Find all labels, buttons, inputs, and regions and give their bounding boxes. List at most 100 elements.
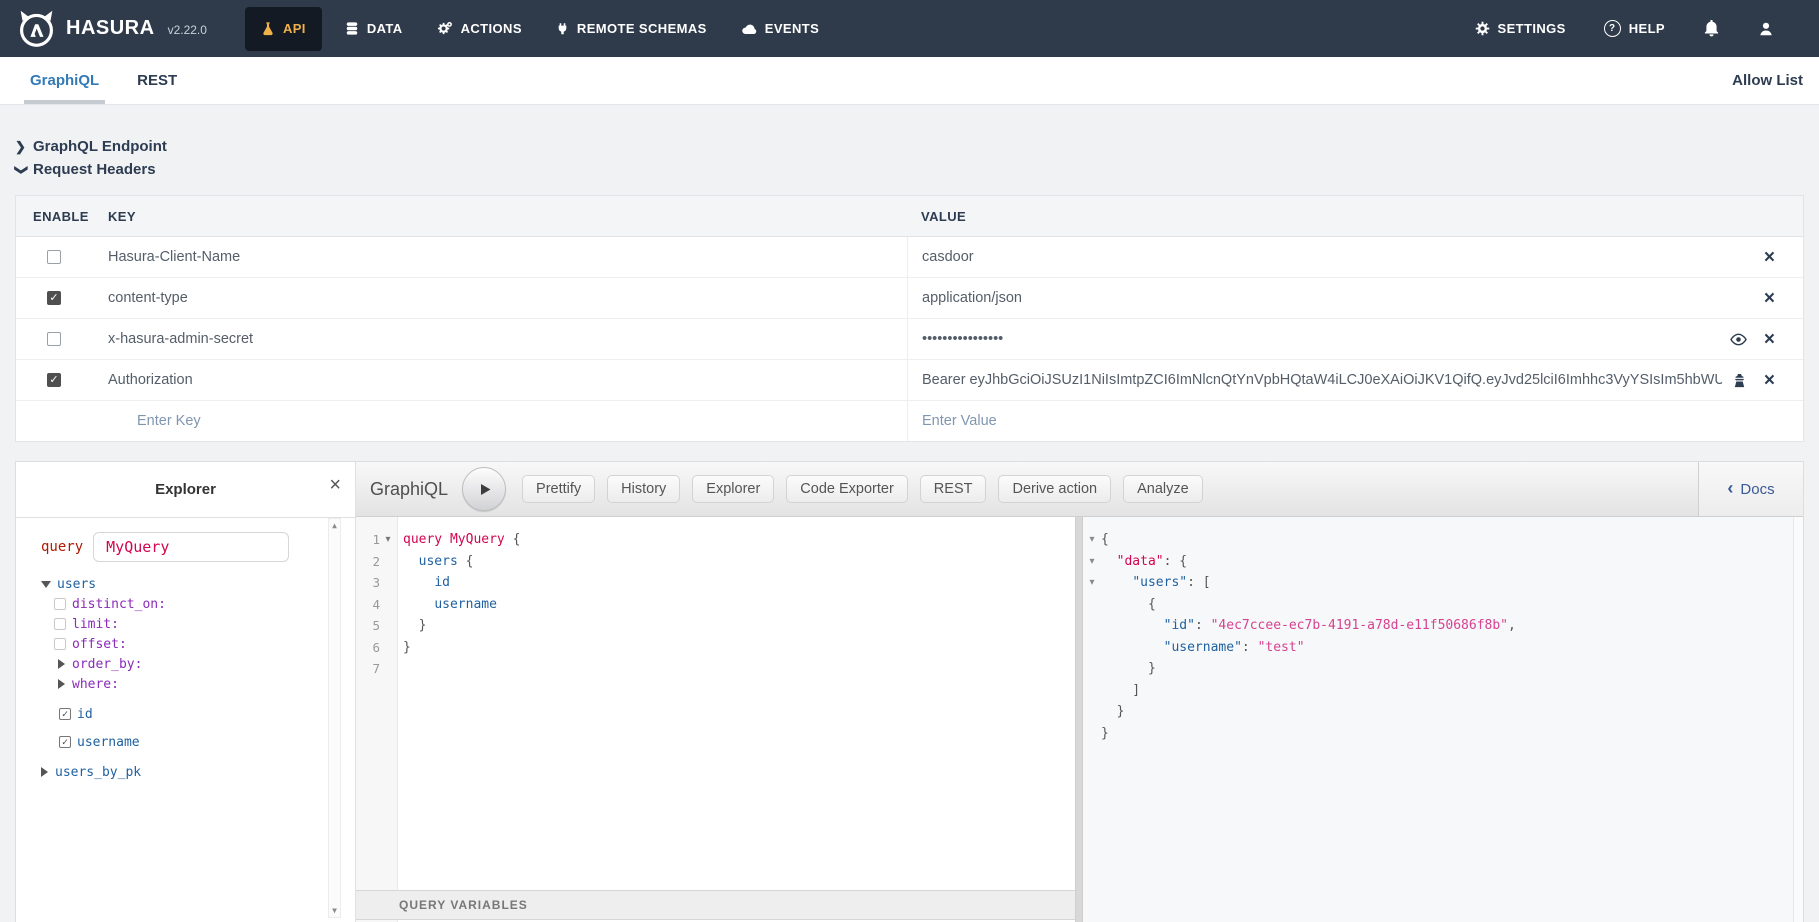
tree-item-users[interactable]: users <box>41 574 325 594</box>
tree-checkbox[interactable] <box>54 638 66 650</box>
nav-item-label: ACTIONS <box>461 21 522 36</box>
nav-item-events[interactable]: EVENTS <box>724 0 836 57</box>
header-enable-checkbox[interactable] <box>47 250 61 264</box>
execute-query-button[interactable] <box>462 467 506 511</box>
request-headers-toggle[interactable]: ❯ Request Headers <box>15 158 1804 181</box>
tree-item-username[interactable]: ✓username <box>59 732 325 752</box>
close-icon[interactable]: × <box>1764 289 1775 308</box>
close-icon[interactable]: × <box>1764 371 1775 390</box>
graphql-endpoint-toggle[interactable]: ❯ GraphQL Endpoint <box>15 135 1804 158</box>
line-number: 1 <box>356 532 380 547</box>
tab-graphiql[interactable]: GraphiQL <box>30 57 99 104</box>
pane-resize-handle[interactable] <box>1075 517 1083 922</box>
sections: ❯ GraphQL Endpoint ❯ Request Headers <box>15 135 1804 181</box>
col-enable: ENABLE <box>16 209 108 224</box>
request-headers-label: Request Headers <box>33 161 156 178</box>
tree-item-id[interactable]: ✓id <box>59 704 325 724</box>
detective-icon[interactable] <box>1732 373 1747 388</box>
header-value-input[interactable]: application/json <box>922 290 1754 306</box>
response-line: ] <box>1101 680 1803 702</box>
header-row-actions: × <box>1730 330 1803 349</box>
scroll-down-icon[interactable]: ▼ <box>332 906 337 915</box>
caret-right-icon <box>41 767 48 777</box>
gutter-line: 5 <box>356 615 397 637</box>
header-value-input[interactable]: Bearer eyJhbGciOiJSUzI1NiIsImtpZCI6ImNlc… <box>922 372 1722 388</box>
nav-item-actions[interactable]: ACTIONS <box>420 0 539 57</box>
nav-item-api[interactable]: API <box>245 7 322 51</box>
nav-item-settings[interactable]: SETTINGS <box>1456 0 1585 57</box>
toolbar-button-rest[interactable]: REST <box>920 475 987 503</box>
caret-down-icon <box>41 581 51 588</box>
secondary-nav: SETTINGS?HELP <box>1456 0 1819 57</box>
code-line: id <box>403 572 1075 594</box>
tree-item-offset[interactable]: offset: <box>54 634 325 654</box>
response-scrollbar[interactable] <box>1793 517 1803 922</box>
new-header-value-input[interactable]: Enter Value <box>907 401 1803 441</box>
header-enable-checkbox[interactable]: ✓ <box>47 291 61 305</box>
toolbar-button-derive-action[interactable]: Derive action <box>998 475 1111 503</box>
header-value-input[interactable]: casdoor <box>922 249 1754 265</box>
explorer-title: Explorer <box>155 481 216 498</box>
nav-item-label: EVENTS <box>765 21 819 36</box>
response-line: } <box>1101 723 1803 745</box>
tree-item-users_by_pk[interactable]: users_by_pk <box>41 762 325 782</box>
close-icon[interactable]: × <box>1764 248 1775 267</box>
caret-right-icon <box>58 679 65 689</box>
query-variables-bar[interactable]: QUERY VARIABLES <box>356 890 1075 920</box>
response-json: { "data": { "users": [ { "id": "4ec7ccee… <box>1101 529 1803 922</box>
response-line: "username": "test" <box>1101 637 1803 659</box>
line-number: 4 <box>356 597 380 612</box>
toolbar-button-analyze[interactable]: Analyze <box>1123 475 1203 503</box>
nav-item-help[interactable]: ?HELP <box>1585 0 1684 57</box>
header-row-actions: × <box>1764 248 1803 267</box>
explorer-close-icon[interactable]: × <box>329 475 341 495</box>
tree-item-order_by[interactable]: order_by: <box>58 654 325 674</box>
header-enable-checkbox[interactable]: ✓ <box>47 373 61 387</box>
header-key-input[interactable]: Authorization <box>108 360 907 400</box>
line-number: 6 <box>356 640 380 655</box>
tab-rest[interactable]: REST <box>137 57 177 104</box>
hasura-logo[interactable]: HASURA v2.22.0 <box>16 8 207 49</box>
tree-checkbox[interactable]: ✓ <box>59 708 71 720</box>
explorer-scrollbar[interactable]: ▲ ▼ <box>328 518 341 918</box>
tree-item-distinct_on[interactable]: distinct_on: <box>54 594 325 614</box>
response-fold-gutter: ▾▾▾ <box>1083 529 1101 922</box>
close-icon[interactable]: × <box>1764 330 1775 349</box>
tree-item-where[interactable]: where: <box>58 674 325 694</box>
query-editor[interactable]: 1▾234567 query MyQuery { users { id user… <box>356 517 1075 890</box>
scroll-up-icon[interactable]: ▲ <box>332 521 337 530</box>
toolbar-button-code-exporter[interactable]: Code Exporter <box>786 475 908 503</box>
toolbar-button-explorer[interactable]: Explorer <box>692 475 774 503</box>
docs-button[interactable]: ‹ Docs <box>1698 462 1803 516</box>
header-key-input[interactable]: Hasura-Client-Name <box>108 237 907 277</box>
response-line: { <box>1101 594 1803 616</box>
user-icon <box>1758 21 1774 37</box>
toolbar-button-history[interactable]: History <box>607 475 680 503</box>
version-label: v2.22.0 <box>168 23 207 37</box>
query-name-input[interactable] <box>93 532 289 562</box>
eye-icon[interactable] <box>1730 333 1747 346</box>
editor-code[interactable]: query MyQuery { users { id username }} <box>398 517 1075 890</box>
fold-toggle-icon[interactable]: ▾ <box>1083 529 1101 551</box>
fold-toggle-icon[interactable]: ▾ <box>1083 572 1101 594</box>
fold-toggle-icon <box>1083 637 1101 659</box>
account-button[interactable] <box>1739 0 1793 57</box>
header-key-input[interactable]: x-hasura-admin-secret <box>108 319 907 359</box>
notifications-button[interactable] <box>1684 0 1739 57</box>
header-key-input[interactable]: content-type <box>108 278 907 318</box>
new-header-key-input[interactable]: Enter Key <box>108 401 907 441</box>
tree-checkbox[interactable] <box>54 598 66 610</box>
header-enable-checkbox[interactable] <box>47 332 61 346</box>
tree-item-limit[interactable]: limit: <box>54 614 325 634</box>
fold-toggle-icon[interactable]: ▾ <box>1083 551 1101 573</box>
nav-item-data[interactable]: DATA <box>328 0 420 57</box>
toolbar-button-prettify[interactable]: Prettify <box>522 475 595 503</box>
fold-toggle-icon[interactable]: ▾ <box>380 534 396 545</box>
tree-item-label: limit: <box>72 617 119 632</box>
tree-checkbox[interactable] <box>54 618 66 630</box>
tree-checkbox[interactable]: ✓ <box>59 736 71 748</box>
allow-list-link[interactable]: Allow List <box>1732 57 1803 104</box>
nav-item-remote-schemas[interactable]: REMOTE SCHEMAS <box>539 0 724 57</box>
header-value-input[interactable]: •••••••••••••••• <box>922 331 1720 347</box>
header-row-x-hasura-admin-secret: x-hasura-admin-secret •••••••••••••••• × <box>16 318 1803 359</box>
